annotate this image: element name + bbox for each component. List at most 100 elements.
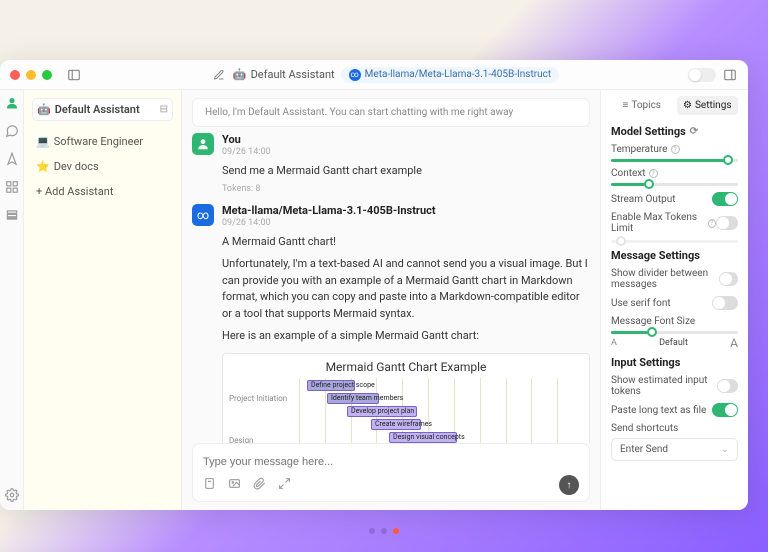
- gear-icon: ⚙: [683, 100, 692, 111]
- message-author: You: [222, 133, 590, 146]
- gantt-task: Define project scope: [307, 380, 355, 391]
- est-tokens-label: Show estimated input tokens: [611, 375, 717, 397]
- dot-icon[interactable]: [393, 528, 399, 534]
- settings-panel: ≡ Topics ⚙ Settings Model Settings ⟳ Tem…: [600, 90, 748, 510]
- chat-input-bar: ↑: [192, 443, 590, 502]
- dot-icon[interactable]: [381, 528, 387, 534]
- gantt-task: Identify team members: [327, 393, 379, 404]
- link-icon[interactable]: [253, 477, 266, 493]
- context-slider[interactable]: [611, 183, 738, 186]
- collapse-icon[interactable]: ⊟: [160, 104, 168, 115]
- add-assistant-label: + Add Assistant: [36, 185, 113, 198]
- assistant-selector-label: Default Assistant: [55, 103, 140, 116]
- divider-toggle[interactable]: [719, 272, 738, 286]
- model-settings-header: Model Settings ⟳: [611, 125, 738, 138]
- gantt-title: Mermaid Gantt Chart Example: [229, 358, 583, 374]
- max-tokens-slider[interactable]: [611, 240, 738, 243]
- paste-file-toggle[interactable]: [712, 403, 738, 417]
- serif-label: Use serif font: [611, 298, 671, 309]
- send-button[interactable]: ↑: [559, 475, 579, 495]
- font-size-slider[interactable]: [611, 331, 738, 334]
- tab-settings[interactable]: ⚙ Settings: [677, 96, 739, 115]
- input-toolbar: ↑: [203, 475, 579, 495]
- font-size-label: Message Font Size: [611, 316, 738, 327]
- gantt-section-label: Project Initiation: [229, 394, 295, 403]
- robot-icon: 🤖: [37, 103, 51, 116]
- image-icon[interactable]: [228, 477, 241, 493]
- main-area: 🤖 Default Assistant ⊟ 💻 Software Enginee…: [0, 90, 748, 510]
- edit-icon[interactable]: [211, 67, 227, 83]
- theme-toggle[interactable]: [688, 68, 716, 82]
- chat-input[interactable]: [203, 456, 579, 468]
- laptop-icon: 💻: [36, 135, 50, 148]
- assistant-item-label: Dev docs: [54, 160, 99, 173]
- list-icon: ≡: [623, 100, 629, 111]
- expand-icon[interactable]: [278, 477, 291, 493]
- font-size-large-label: A: [730, 336, 738, 350]
- attach-file-icon[interactable]: [203, 477, 216, 493]
- message-text: Here is an example of a simple Mermaid G…: [222, 328, 590, 345]
- est-tokens-toggle[interactable]: [717, 379, 738, 393]
- info-icon[interactable]: ?: [649, 169, 658, 178]
- user-avatar-icon: [192, 133, 214, 155]
- page-indicator: [369, 528, 399, 534]
- stream-output-toggle[interactable]: [712, 192, 738, 206]
- settings-tabs: ≡ Topics ⚙ Settings: [611, 96, 738, 115]
- message-time: 09/26 14:00: [222, 218, 590, 228]
- info-icon[interactable]: ?: [708, 219, 716, 228]
- tab-topics[interactable]: ≡ Topics: [611, 96, 673, 115]
- message-settings-header: Message Settings: [611, 249, 738, 262]
- gantt-task: Develop project plan: [347, 406, 417, 417]
- minimize-window-icon[interactable]: [26, 70, 36, 80]
- user-message: You 09/26 14:00 Send me a Mermaid Gantt …: [192, 133, 590, 194]
- assistant-item-label: Software Engineer: [54, 135, 143, 148]
- sidebar-toggle-icon[interactable]: [66, 67, 82, 83]
- temperature-slider[interactable]: [611, 159, 738, 162]
- gantt-task: Create wireframes: [371, 419, 421, 430]
- settings-rail-icon[interactable]: [5, 488, 19, 502]
- message-text: Unfortunately, I'm a text-based AI and c…: [222, 256, 590, 322]
- dot-icon[interactable]: [369, 528, 375, 534]
- message-rail-icon[interactable]: [5, 124, 19, 138]
- message-tokens: Tokens: 8: [222, 184, 590, 194]
- gantt-chart: Mermaid Gantt Chart Example Project Init…: [222, 353, 590, 444]
- shortcuts-select[interactable]: Enter Send ⌄: [611, 438, 738, 461]
- assistant-panel: 🤖 Default Assistant ⊟ 💻 Software Enginee…: [24, 90, 182, 510]
- stack-rail-icon[interactable]: [5, 208, 19, 222]
- assistant-item-software-engineer[interactable]: 💻 Software Engineer: [32, 129, 173, 154]
- maximize-window-icon[interactable]: [42, 70, 52, 80]
- assistant-name: Default Assistant: [251, 68, 335, 81]
- assistant-selector[interactable]: 🤖 Default Assistant ⊟: [32, 98, 173, 121]
- compass-rail-icon[interactable]: [5, 152, 19, 166]
- font-size-small-label: A: [611, 338, 617, 348]
- assistant-item-dev-docs[interactable]: ⭐ Dev docs: [32, 154, 173, 179]
- stream-output-label: Stream Output: [611, 194, 676, 205]
- max-tokens-label: Enable Max Tokens Limit ?: [611, 212, 716, 234]
- temperature-label: Temperature ?: [611, 144, 738, 155]
- refresh-icon[interactable]: ⟳: [690, 126, 698, 137]
- model-chip[interactable]: ∞ Meta-llama/Meta-Llama-3.1-405B-Instruc…: [341, 67, 559, 83]
- chat-panel: Hello, I'm Default Assistant. You can st…: [182, 90, 600, 510]
- add-assistant-button[interactable]: + Add Assistant: [32, 179, 173, 204]
- shortcuts-value: Enter Send: [620, 444, 668, 455]
- serif-toggle[interactable]: [712, 296, 738, 310]
- chat-rail-icon[interactable]: [5, 96, 19, 110]
- divider-label: Show divider between messages: [611, 268, 719, 290]
- chevron-down-icon: ⌄: [721, 444, 729, 455]
- input-settings-header: Input Settings: [611, 356, 738, 369]
- model-name: Meta-llama/Meta-Llama-3.1-405B-Instruct: [365, 69, 551, 80]
- tab-label: Settings: [695, 100, 732, 111]
- close-window-icon[interactable]: [10, 70, 20, 80]
- panel-toggle-icon[interactable]: [722, 67, 738, 83]
- gantt-body: Project Initiation Design Development De…: [229, 378, 583, 444]
- message-time: 09/26 14:00: [222, 147, 590, 157]
- message-text: A Mermaid Gantt chart!: [222, 234, 590, 251]
- max-tokens-toggle[interactable]: [716, 216, 738, 230]
- assistant-indicator[interactable]: 🤖 Default Assistant: [233, 68, 335, 81]
- message-author: Meta-llama/Meta-Llama-3.1-405B-Instruct: [222, 204, 590, 217]
- app-window: 🤖 Default Assistant ∞ Meta-llama/Meta-Ll…: [0, 60, 748, 510]
- grid-rail-icon[interactable]: [5, 180, 19, 194]
- nav-rail: [0, 90, 24, 510]
- info-icon[interactable]: ?: [671, 145, 680, 154]
- chat-scroll[interactable]: You 09/26 14:00 Send me a Mermaid Gantt …: [182, 133, 600, 443]
